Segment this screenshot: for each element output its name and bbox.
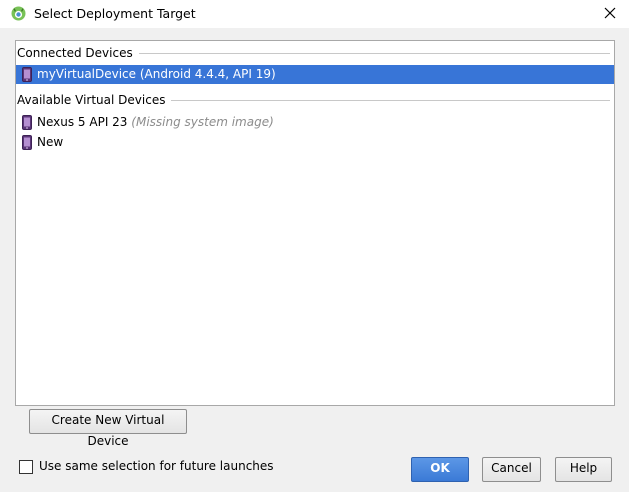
device-name: myVirtualDevice (Android 4.4.4, API 19) xyxy=(37,67,276,81)
section-label: Connected Devices xyxy=(17,45,139,61)
phone-icon xyxy=(22,135,32,150)
cancel-button[interactable]: Cancel xyxy=(482,457,541,482)
create-new-virtual-device-button[interactable]: Create New Virtual Device xyxy=(29,409,187,448)
device-name-text: Nexus 5 API 23 xyxy=(37,115,128,129)
device-row-new[interactable]: New xyxy=(16,133,614,152)
close-button[interactable] xyxy=(599,4,621,24)
section-label: Available Virtual Devices xyxy=(17,92,172,108)
android-studio-icon xyxy=(11,6,26,21)
device-name: New xyxy=(37,135,64,149)
same-selection-label: Use same selection for future launches xyxy=(39,459,274,473)
ok-button[interactable]: OK xyxy=(411,457,469,482)
device-status-note: (Missing system image) xyxy=(131,115,274,129)
close-icon xyxy=(604,7,616,19)
title-bar: Select Deployment Target xyxy=(0,0,629,28)
dialog-content: Connected Devices myVirtualDevice (Andro… xyxy=(0,28,629,492)
section-header-available-virtual-devices: Available Virtual Devices xyxy=(16,92,614,108)
device-row-nexus-5-api-23[interactable]: Nexus 5 API 23 (Missing system image) xyxy=(16,113,614,132)
same-selection-checkbox[interactable] xyxy=(19,460,33,474)
phone-icon xyxy=(22,67,32,82)
section-header-connected-devices: Connected Devices xyxy=(16,45,614,61)
window-title: Select Deployment Target xyxy=(34,6,196,21)
device-name: Nexus 5 API 23 (Missing system image) xyxy=(37,113,274,132)
device-list[interactable]: Connected Devices myVirtualDevice (Andro… xyxy=(15,40,615,406)
phone-icon xyxy=(22,115,32,130)
help-button[interactable]: Help xyxy=(555,457,612,482)
device-row-myvirtualdevice[interactable]: myVirtualDevice (Android 4.4.4, API 19) xyxy=(16,65,614,84)
